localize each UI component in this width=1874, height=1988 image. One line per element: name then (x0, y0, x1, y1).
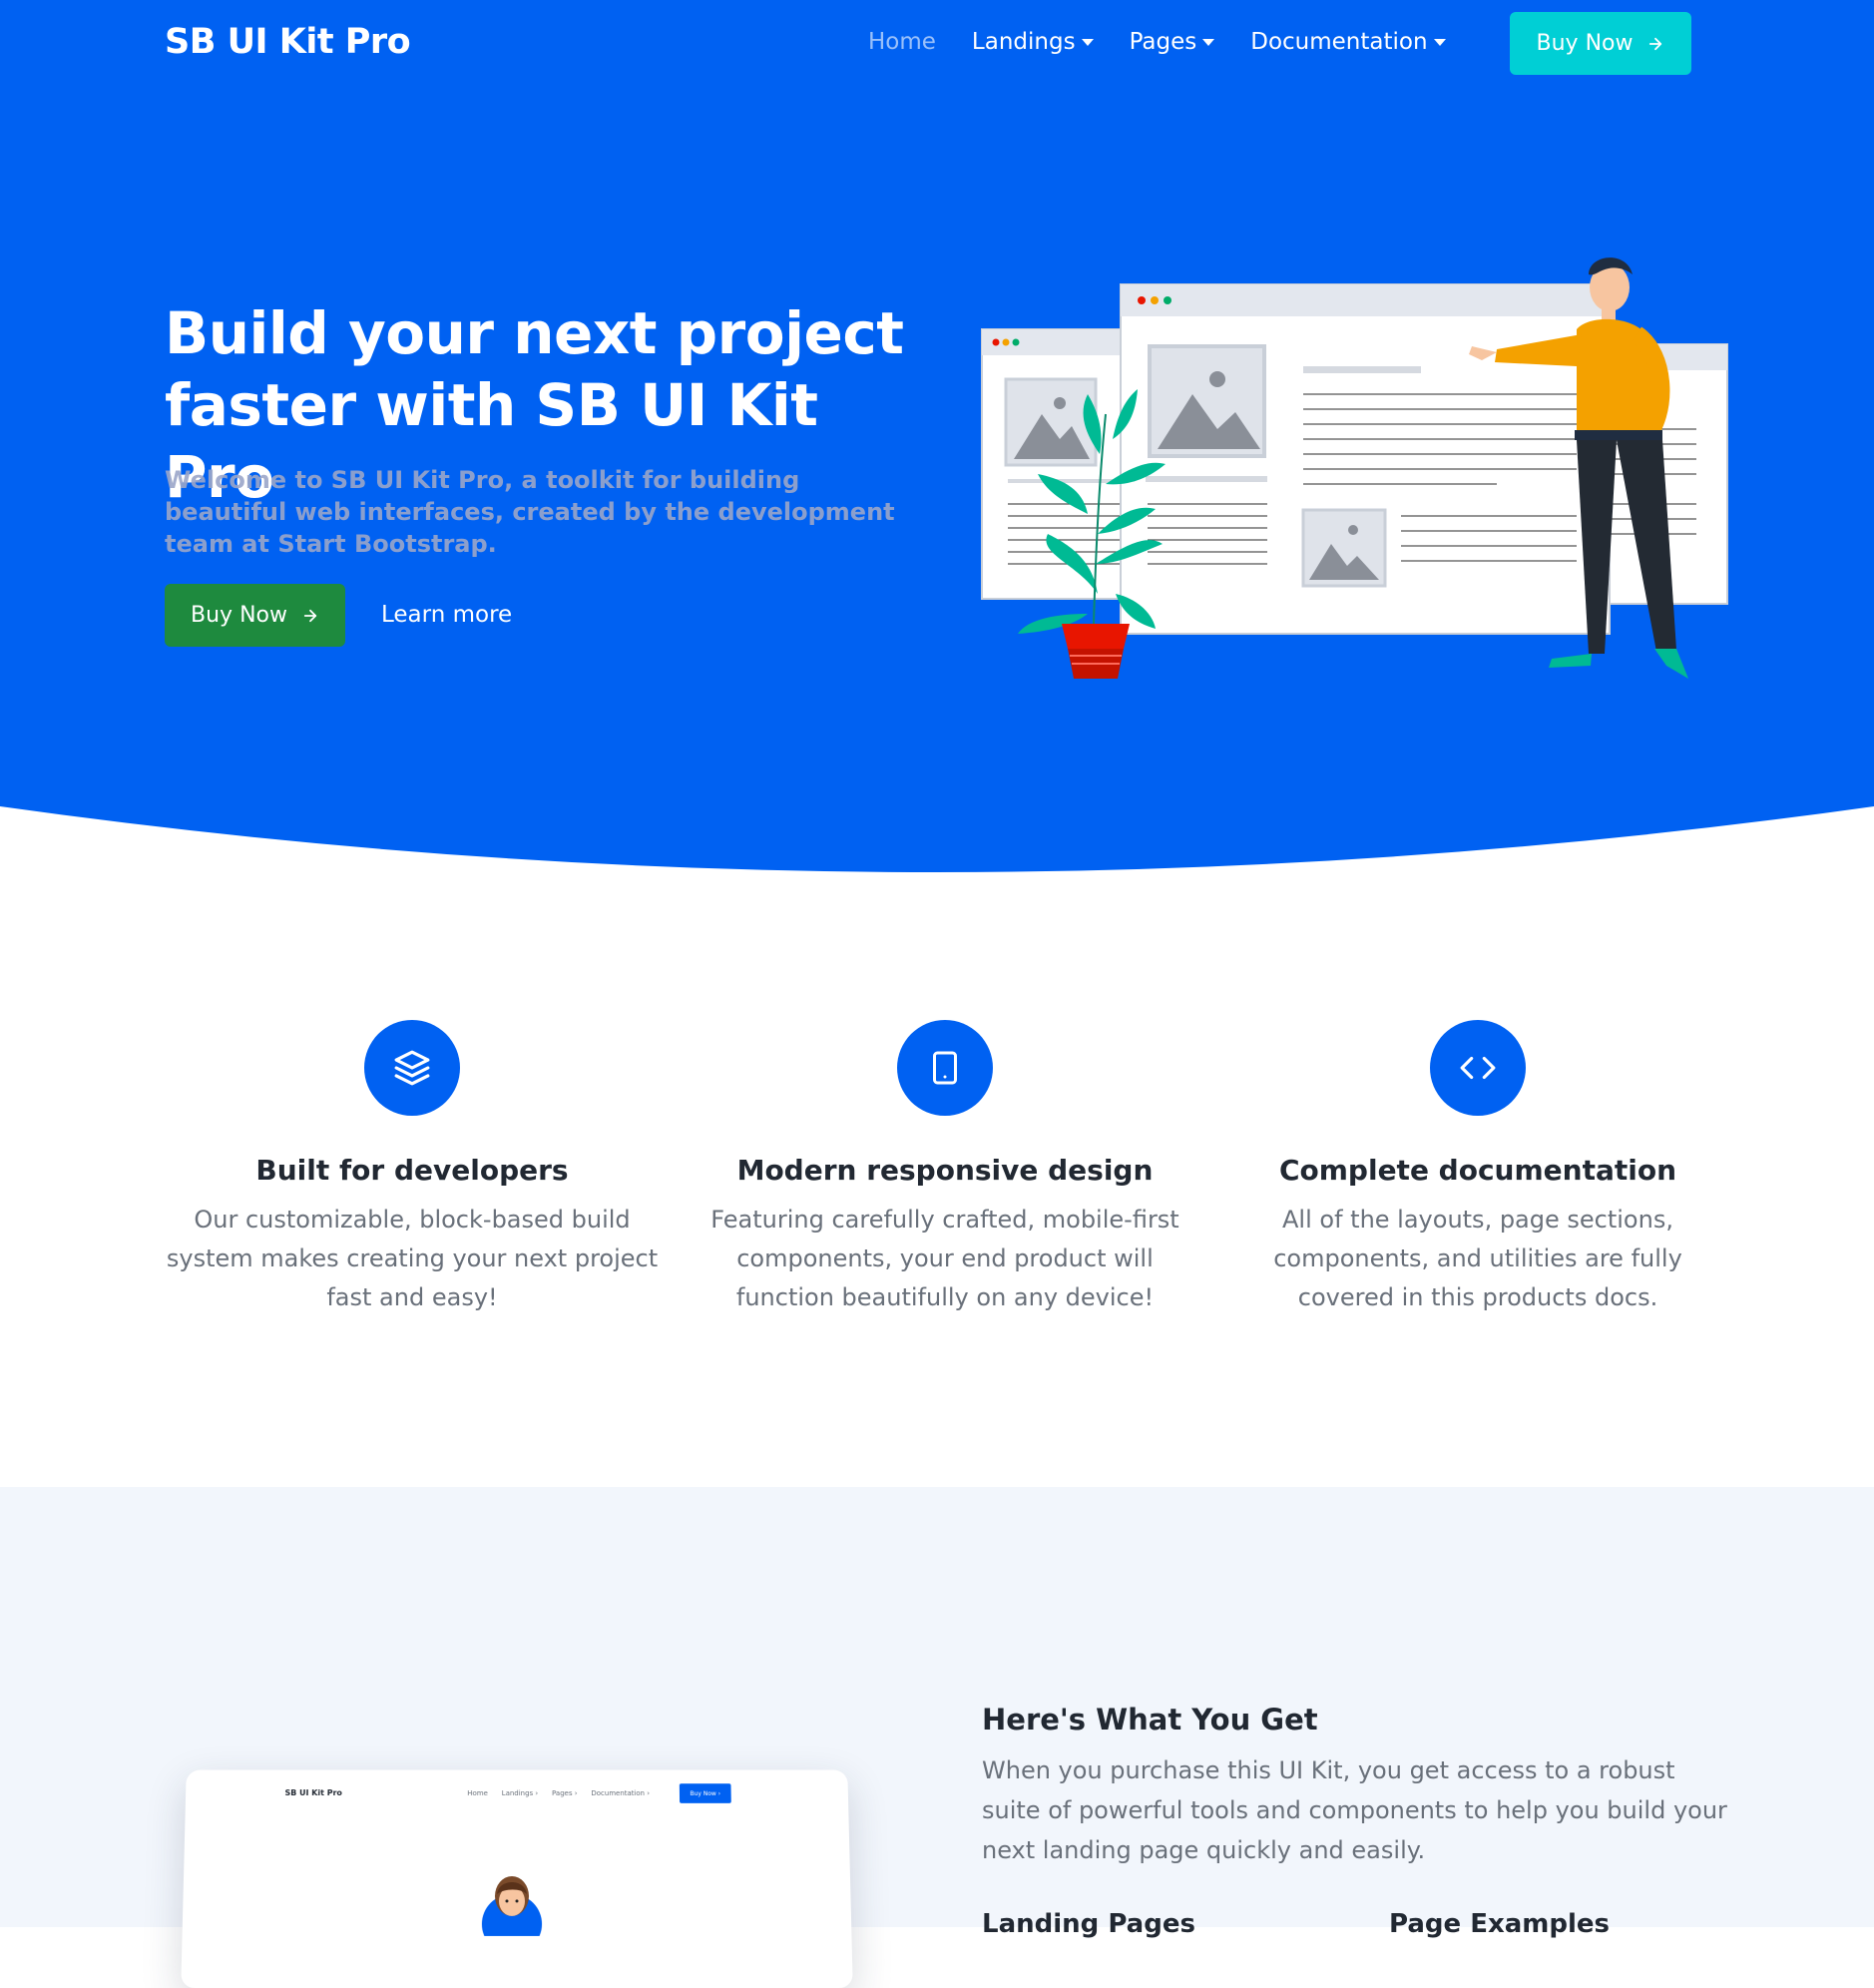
ui-kit-preview: SB UI Kit Pro Home Landings › Pages › Do… (181, 1768, 853, 1988)
feature-icon-circle (897, 1020, 993, 1116)
preview-nav-item: Home (467, 1789, 488, 1797)
what-you-get-lead: When you purchase this UI Kit, you get a… (982, 1756, 1727, 1864)
nav-item-label: Pages (1129, 29, 1197, 55)
hero-buy-now-button[interactable]: Buy Now (165, 584, 345, 647)
code-icon (1460, 1056, 1496, 1080)
arrow-right-icon (303, 609, 317, 622)
nav-item-landings[interactable]: Landings (972, 29, 1094, 55)
page-examples-heading: Page Examples (1389, 1909, 1610, 1939)
hero-bottom-curve (0, 806, 1874, 888)
nav-item-label: Home (868, 29, 936, 55)
arrow-right-icon (1649, 37, 1662, 50)
feature-developers: Built for developers Our customizable, b… (163, 1020, 662, 1317)
hero-lead: Welcome to SB UI Kit Pro, a toolkit for … (165, 466, 895, 558)
learn-more-link[interactable]: Learn more (381, 602, 512, 628)
feature-icon-circle (1430, 1020, 1526, 1116)
nav-links: Home Landings Pages Documentation (868, 29, 1482, 55)
brand-logo[interactable]: SB UI Kit Pro (165, 22, 411, 62)
preview-card: SB UI Kit Pro Home Landings › Pages › Do… (181, 1769, 853, 1988)
nav-item-pages[interactable]: Pages (1130, 29, 1215, 55)
buy-now-label: Buy Now (191, 603, 287, 628)
preview-nav-item: Landings › (501, 1789, 539, 1797)
feature-text: Featuring carefully crafted, mobile-firs… (710, 1206, 1179, 1311)
buy-now-label: Buy Now (1536, 31, 1634, 56)
preview-buy-button: Buy Now › (679, 1783, 731, 1803)
nav-item-home[interactable]: Home (868, 29, 936, 55)
navbar: SB UI Kit Pro Home Landings Pages Docume… (0, 0, 1874, 90)
what-you-get-title: Here's What You Get (982, 1703, 1318, 1737)
nav-item-label: Documentation (1250, 29, 1428, 55)
preview-nav: Home Landings › Pages › Documentation › (467, 1789, 650, 1797)
feature-text: All of the layouts, page sections, compo… (1273, 1206, 1682, 1311)
layers-icon (394, 1050, 430, 1086)
feature-text: Our customizable, block-based build syst… (166, 1206, 659, 1311)
preview-nav-item: Pages › (552, 1789, 578, 1797)
caret-down-icon (1202, 38, 1215, 46)
feature-title: Modern responsive design (736, 1154, 1154, 1187)
feature-responsive: Modern responsive design Featuring caref… (696, 1020, 1194, 1317)
caret-down-icon (1081, 38, 1094, 46)
tablet-icon (933, 1051, 957, 1085)
feature-documentation: Complete documentation All of the layout… (1228, 1020, 1727, 1317)
caret-down-icon (1433, 38, 1446, 46)
nav-item-label: Landings (971, 29, 1076, 55)
preview-nav-item: Documentation › (591, 1789, 651, 1797)
nav-buy-now-button[interactable]: Buy Now (1510, 12, 1691, 75)
feature-title: Complete documentation (1278, 1154, 1677, 1187)
hero-illustration (981, 257, 1728, 679)
section-top-curve (0, 1487, 1874, 1567)
preview-brand: SB UI Kit Pro (284, 1788, 342, 1797)
feature-title: Built for developers (255, 1154, 569, 1187)
feature-icon-circle (364, 1020, 460, 1116)
avatar (481, 1876, 543, 1936)
landing-pages-heading: Landing Pages (982, 1909, 1195, 1939)
hero-section: SB UI Kit Pro Home Landings Pages Docume… (0, 0, 1874, 878)
nav-item-documentation[interactable]: Documentation (1250, 29, 1446, 55)
